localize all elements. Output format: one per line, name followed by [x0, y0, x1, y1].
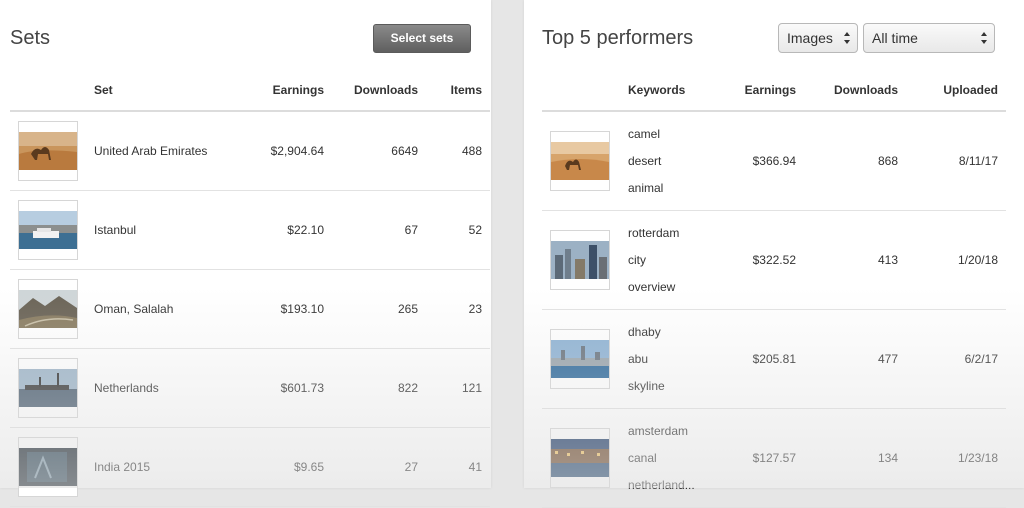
item-downloads: 413 [804, 210, 906, 310]
ferry-city-image[interactable] [18, 200, 78, 260]
keyword[interactable]: abu [628, 346, 712, 373]
table-row[interactable]: dhaby abu skyline $205.81 477 6/2/17 [542, 309, 1006, 409]
keyword[interactable]: city [628, 247, 712, 274]
item-uploaded: 1/20/18 [906, 210, 1006, 310]
item-uploaded: 1/23/18 [906, 408, 1006, 508]
keyword[interactable]: amsterdam [628, 418, 712, 445]
keywords-cell: dhaby abu skyline [620, 309, 720, 409]
camel-desert-image[interactable] [550, 131, 610, 191]
keyword[interactable]: skyline [628, 373, 712, 400]
skyline-image[interactable] [550, 329, 610, 389]
media-type-value: Images [787, 30, 833, 46]
item-earnings: $366.94 [720, 111, 804, 211]
set-downloads: 27 [332, 427, 426, 507]
keyword[interactable]: rotterdam [628, 220, 712, 247]
keyword[interactable]: netherland... [628, 472, 712, 499]
dark-interior-image[interactable] [18, 437, 78, 497]
item-downloads: 134 [804, 408, 906, 508]
camel-desert-image[interactable] [18, 121, 78, 181]
keywords-cell: camel desert animal [620, 111, 720, 211]
set-earnings: $601.73 [252, 348, 332, 428]
top-performers-panel: Top 5 performers Images All time Keyword… [524, 0, 1024, 508]
table-row[interactable]: rotterdam city overview $322.52 413 1/20… [542, 210, 1006, 310]
set-items: 52 [426, 190, 490, 270]
set-earnings: $2,904.64 [252, 111, 332, 191]
set-downloads: 67 [332, 190, 426, 270]
table-row[interactable]: camel desert animal $366.94 868 8/11/17 [542, 111, 1006, 211]
set-name[interactable]: United Arab Emirates [86, 111, 252, 191]
keyword[interactable]: canal [628, 445, 712, 472]
set-items: 121 [426, 348, 490, 428]
harbor-image[interactable] [18, 358, 78, 418]
item-downloads: 477 [804, 309, 906, 409]
sets-table: Set Earnings Downloads Items United Arab… [10, 71, 490, 507]
table-row[interactable]: India 2015 $9.65 27 41 [10, 427, 490, 507]
item-earnings: $127.57 [720, 408, 804, 508]
column-header-downloads[interactable]: Downloads [332, 71, 426, 112]
set-items: 488 [426, 111, 490, 191]
table-header-row: Set Earnings Downloads Items [10, 71, 490, 112]
mountain-road-image[interactable] [18, 279, 78, 339]
set-name[interactable]: Oman, Salalah [86, 269, 252, 349]
set-earnings: $9.65 [252, 427, 332, 507]
sets-title: Sets [10, 27, 51, 49]
sets-panel: Sets Select sets Set Earnings Downloads … [0, 0, 491, 507]
column-header-downloads[interactable]: Downloads [804, 71, 906, 112]
column-header-thumb [542, 71, 620, 112]
set-earnings: $22.10 [252, 190, 332, 270]
table-row[interactable]: amsterdam canal netherland... $127.57 13… [542, 408, 1006, 508]
item-earnings: $322.52 [720, 210, 804, 310]
column-header-uploaded[interactable]: Uploaded [906, 71, 1006, 112]
keyword[interactable]: animal [628, 175, 712, 202]
item-earnings: $205.81 [720, 309, 804, 409]
item-uploaded: 6/2/17 [906, 309, 1006, 409]
set-downloads: 822 [332, 348, 426, 428]
set-items: 23 [426, 269, 490, 349]
set-earnings: $193.10 [252, 269, 332, 349]
table-row[interactable]: United Arab Emirates $2,904.64 6649 488 [10, 111, 490, 191]
select-sets-button[interactable]: Select sets [373, 24, 471, 53]
time-range-select[interactable]: All time [863, 23, 995, 53]
set-name[interactable]: Istanbul [86, 190, 252, 270]
column-header-thumb [10, 71, 86, 112]
column-header-earnings[interactable]: Earnings [252, 71, 332, 112]
keyword[interactable]: camel [628, 121, 712, 148]
table-row[interactable]: Oman, Salalah $193.10 265 23 [10, 269, 490, 349]
time-range-value: All time [872, 30, 918, 46]
table-row[interactable]: Istanbul $22.10 67 52 [10, 190, 490, 270]
keywords-cell: rotterdam city overview [620, 210, 720, 310]
item-downloads: 868 [804, 111, 906, 211]
set-downloads: 6649 [332, 111, 426, 191]
set-downloads: 265 [332, 269, 426, 349]
keyword[interactable]: dhaby [628, 319, 712, 346]
city-skyline-image[interactable] [550, 230, 610, 290]
table-header-row: Keywords Earnings Downloads Uploaded [542, 71, 1006, 112]
keyword[interactable]: overview [628, 274, 712, 301]
item-uploaded: 8/11/17 [906, 111, 1006, 211]
canal-night-image[interactable] [550, 428, 610, 488]
table-row[interactable]: Netherlands $601.73 822 121 [10, 348, 490, 428]
top-performers-title: Top 5 performers [542, 27, 694, 49]
select-arrows-icon [844, 32, 850, 44]
set-items: 41 [426, 427, 490, 507]
column-header-items[interactable]: Items [426, 71, 490, 112]
top-performers-table: Keywords Earnings Downloads Uploaded cam… [542, 71, 1006, 508]
select-arrows-icon [981, 32, 987, 44]
column-header-earnings[interactable]: Earnings [720, 71, 804, 112]
keywords-cell: amsterdam canal netherland... [620, 408, 720, 508]
set-name[interactable]: Netherlands [86, 348, 252, 428]
column-header-keywords[interactable]: Keywords [620, 71, 720, 112]
set-name[interactable]: India 2015 [86, 427, 252, 507]
keyword[interactable]: desert [628, 148, 712, 175]
column-header-set[interactable]: Set [86, 71, 252, 112]
media-type-select[interactable]: Images [778, 23, 858, 53]
